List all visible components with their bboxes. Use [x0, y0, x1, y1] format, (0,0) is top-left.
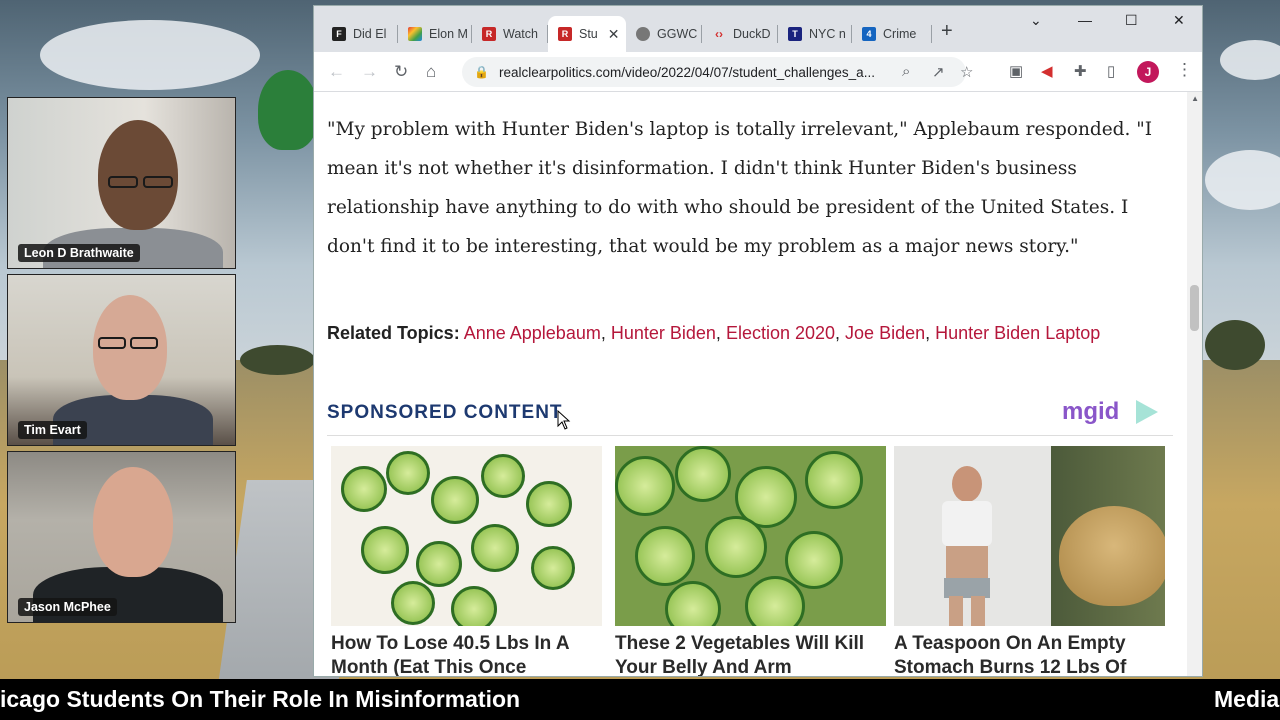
- tree: [1205, 320, 1265, 370]
- tab-bar: F Did El Elon M R Watch R Stu ✕ GGWC ‹› …: [314, 6, 1202, 52]
- rcp-icon: R: [482, 27, 496, 41]
- topic-link[interactable]: Anne Applebaum: [464, 323, 601, 343]
- rcp-icon: R: [558, 27, 572, 41]
- tree: [240, 345, 315, 375]
- video-tile-2: Tim Evart: [7, 274, 236, 446]
- nyt-icon: T: [788, 27, 802, 41]
- card-image: [615, 446, 886, 626]
- participant-name: Jason McPhee: [18, 598, 117, 616]
- mgid-play-icon: [1136, 400, 1158, 424]
- nbc-icon: [408, 27, 422, 41]
- mgid-logo[interactable]: mgid: [1062, 398, 1119, 426]
- scrollbar[interactable]: [1187, 92, 1202, 676]
- scroll-up-icon[interactable]: ▲: [1191, 94, 1199, 103]
- related-topics: Related Topics: Anne Applebaum, Hunter B…: [327, 323, 1101, 343]
- code-icon: ‹›: [715, 27, 723, 41]
- tab-label: DuckD: [733, 27, 771, 41]
- profile-avatar[interactable]: J: [1137, 61, 1159, 83]
- url-text: realclearpolitics.com/video/2022/04/07/s…: [498, 64, 875, 80]
- tab-label: Elon M: [429, 27, 468, 41]
- card-title[interactable]: How To Lose 40.5 Lbs In A Month (Eat Thi…: [331, 632, 602, 676]
- ticker-text: icago Students On Their Role In Misinfor…: [0, 686, 521, 712]
- mouse-cursor-icon: [557, 410, 571, 430]
- tab-8[interactable]: 4 Crime: [852, 16, 932, 52]
- back-button[interactable]: ←: [328, 62, 345, 82]
- sponsored-heading: SPONSORED CONTENT: [327, 402, 563, 423]
- article-paragraph: "My problem with Hunter Biden's laptop i…: [327, 119, 1153, 257]
- tab-2[interactable]: Elon M: [398, 16, 472, 52]
- tab-active[interactable]: R Stu ✕: [548, 16, 626, 52]
- tab-1[interactable]: F Did El: [322, 16, 398, 52]
- tab-5[interactable]: GGWC: [626, 16, 702, 52]
- video-tile-1: Leon D Brathwaite: [7, 97, 236, 269]
- menu-kebab-icon[interactable]: ⋮: [1176, 60, 1193, 80]
- channel4-icon: 4: [862, 27, 876, 41]
- topic-link[interactable]: Hunter Biden: [611, 323, 716, 343]
- tab-label: Stu: [579, 27, 598, 41]
- globe-icon: [636, 27, 650, 41]
- topic-link[interactable]: Joe Biden: [845, 323, 925, 343]
- tab-7[interactable]: T NYC n: [778, 16, 852, 52]
- sponsored-card[interactable]: A Teaspoon On An Empty Stomach Burns 12 …: [894, 446, 1165, 676]
- ticker-next-text: Media: [1214, 686, 1280, 712]
- tab-3[interactable]: R Watch: [472, 16, 548, 52]
- page-content: "My problem with Hunter Biden's laptop i…: [314, 92, 1189, 676]
- address-bar[interactable]: 🔒 realclearpolitics.com/video/2022/04/07…: [462, 57, 973, 87]
- tab-label: Watch: [503, 27, 538, 41]
- tab-label: Did El: [353, 27, 387, 41]
- card-image: [331, 446, 602, 626]
- cloud: [40, 20, 260, 90]
- topic-link[interactable]: Hunter Biden Laptop: [935, 323, 1100, 343]
- reload-button[interactable]: ↻: [394, 62, 408, 82]
- new-tab-button[interactable]: +: [941, 20, 953, 43]
- minimize-button[interactable]: —: [1078, 12, 1092, 28]
- close-window-button[interactable]: ✕: [1173, 12, 1185, 29]
- card-image: [894, 446, 1165, 626]
- share-icon[interactable]: ↗: [932, 63, 945, 81]
- channel-logo: [258, 70, 318, 150]
- card-title[interactable]: A Teaspoon On An Empty Stomach Burns 12 …: [894, 632, 1165, 676]
- zoom-icon[interactable]: ⌕: [902, 63, 910, 80]
- video-tile-3: Jason McPhee: [7, 451, 236, 623]
- scrollbar-thumb[interactable]: [1190, 285, 1199, 331]
- lock-icon: 🔒: [474, 65, 489, 79]
- maximize-button[interactable]: ☐: [1125, 12, 1138, 29]
- participant-name: Leon D Brathwaite: [18, 244, 140, 262]
- close-tab-icon[interactable]: ✕: [608, 26, 620, 43]
- home-button[interactable]: ⌂: [426, 62, 436, 82]
- sponsored-card[interactable]: These 2 Vegetables Will Kill Your Belly …: [615, 446, 886, 676]
- bookmark-star-icon[interactable]: ☆: [960, 63, 973, 81]
- tab-search-icon[interactable]: ⌄: [1030, 12, 1042, 29]
- forward-button[interactable]: →: [361, 62, 378, 82]
- participant-name: Tim Evart: [18, 421, 87, 439]
- news-ticker: icago Students On Their Role In Misinfor…: [0, 679, 1280, 720]
- facebook-icon: F: [332, 27, 346, 41]
- sponsored-card[interactable]: How To Lose 40.5 Lbs In A Month (Eat Thi…: [331, 446, 602, 676]
- topic-link[interactable]: Election 2020: [726, 323, 835, 343]
- side-panel-icon[interactable]: ▯: [1107, 62, 1115, 80]
- browser-window: F Did El Elon M R Watch R Stu ✕ GGWC ‹› …: [313, 5, 1203, 677]
- card-title[interactable]: These 2 Vegetables Will Kill Your Belly …: [615, 632, 886, 676]
- extension-icon[interactable]: ▣: [1009, 62, 1023, 80]
- audio-extension-icon[interactable]: ◀: [1041, 62, 1053, 80]
- puzzle-icon[interactable]: ✚: [1074, 62, 1087, 80]
- divider: [327, 435, 1173, 436]
- tab-label: GGWC: [657, 27, 698, 41]
- related-topics-label: Related Topics:: [327, 323, 460, 343]
- tab-6[interactable]: ‹› DuckD: [702, 16, 778, 52]
- tab-label: NYC n: [809, 27, 846, 41]
- toolbar: ← → ↻ ⌂ 🔒 realclearpolitics.com/video/20…: [314, 52, 1202, 92]
- tab-label: Crime: [883, 27, 917, 41]
